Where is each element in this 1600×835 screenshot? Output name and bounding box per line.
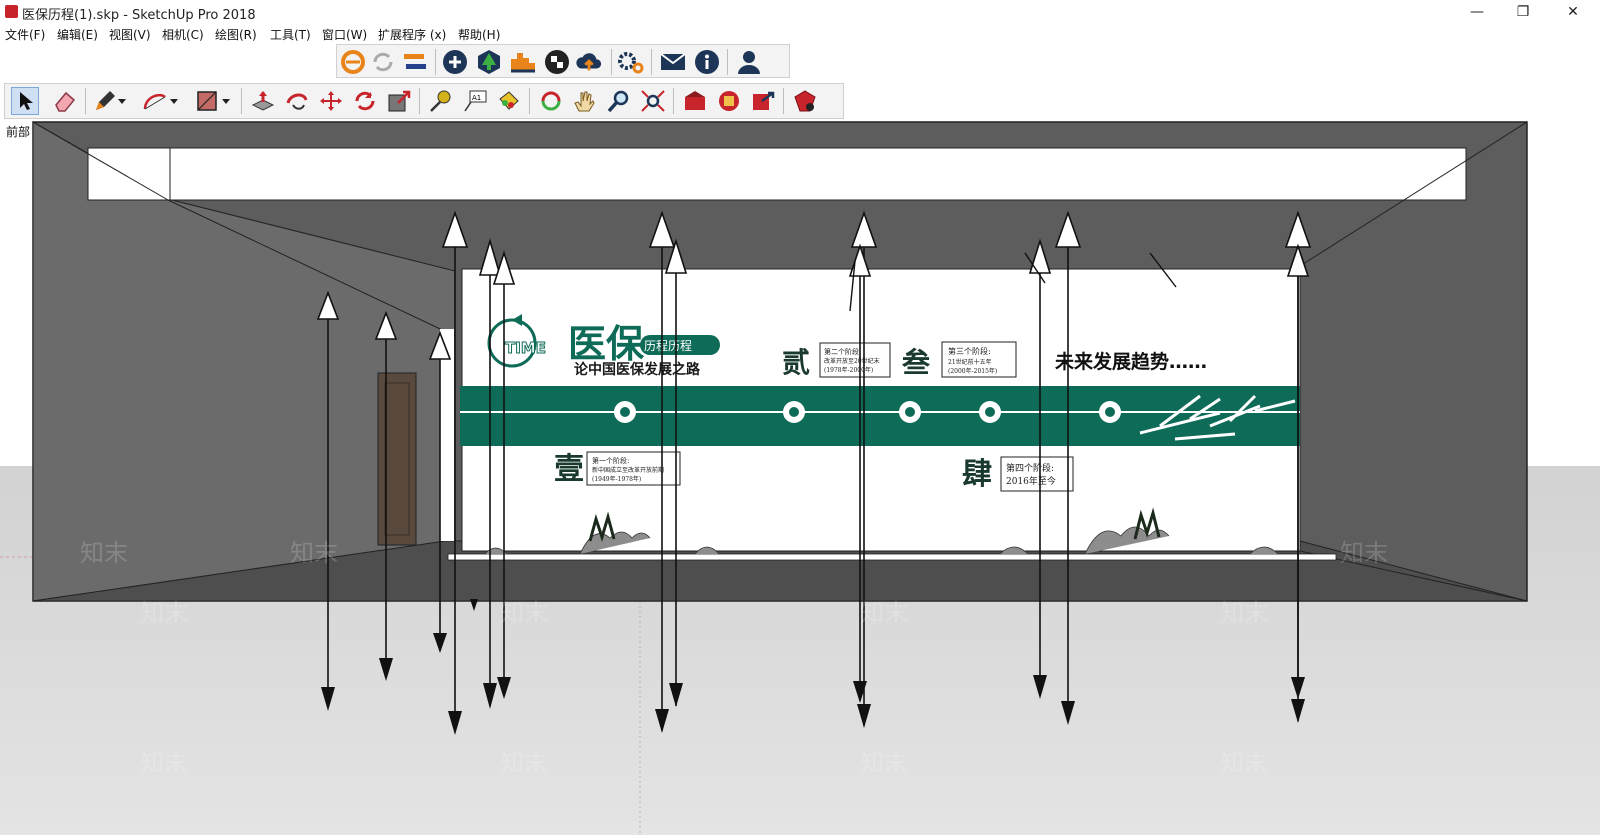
- menu-tools[interactable]: 工具(T): [270, 26, 311, 43]
- mail-icon[interactable]: [659, 48, 687, 76]
- minimize-button[interactable]: —: [1454, 0, 1500, 24]
- menu-file[interactable]: 文件(F): [5, 26, 45, 43]
- model-scene: TIME 医保 历程历程 论中国医保发展之路 未来发展趋势…… 贰 第二个阶段:…: [0, 121, 1600, 835]
- stage2-line2: 改革开放至20世纪末: [824, 357, 880, 365]
- stage4-numeral: 肆: [962, 457, 992, 492]
- watermark-text: 知末: [860, 599, 908, 627]
- menu-edit[interactable]: 编辑(E): [57, 26, 98, 43]
- title-bar: 医保历程(1).skp - SketchUp Pro 2018 — ❐ ✕: [0, 0, 1600, 24]
- settings-gears-icon[interactable]: [617, 48, 645, 76]
- cloud-upload-icon[interactable]: [575, 48, 603, 76]
- wall-title: 医保: [568, 321, 645, 366]
- extension-e-icon[interactable]: [339, 48, 367, 76]
- watermark-text: 知末: [1340, 539, 1388, 567]
- menu-extensions[interactable]: 扩展程序 (x): [378, 26, 446, 43]
- transfer-icon[interactable]: [401, 48, 429, 76]
- menu-view[interactable]: 视图(V): [109, 26, 151, 43]
- svg-text:A1: A1: [472, 94, 481, 102]
- wall-subtitle: 论中国医保发展之路: [574, 361, 701, 378]
- zoom-magnifier-icon[interactable]: [605, 87, 633, 115]
- watermark-text: 知末: [500, 749, 548, 777]
- chevron-down-icon[interactable]: [115, 87, 129, 115]
- stage2-line3: (1978年-2000年): [824, 366, 873, 374]
- stage1-line2: 新中国成立至改革开放前期: [592, 466, 664, 474]
- tape-measure-icon[interactable]: [427, 87, 455, 115]
- watermark-text: 知末: [80, 539, 128, 567]
- window-title: 医保历程(1).skp - SketchUp Pro 2018: [22, 8, 256, 23]
- stage3-line3: (2000年-2015年): [948, 367, 997, 375]
- checker-material-icon[interactable]: [543, 48, 571, 76]
- eraser-icon[interactable]: [51, 87, 79, 115]
- stairs-icon[interactable]: [509, 48, 537, 76]
- chevron-down-icon[interactable]: [219, 87, 233, 115]
- logo-word: TIME: [505, 339, 546, 357]
- info-icon[interactable]: [693, 48, 721, 76]
- add-location-icon[interactable]: [441, 48, 469, 76]
- watermark-text: 知末: [1220, 599, 1268, 627]
- title-badges: 历程历程: [644, 338, 692, 353]
- menu-camera[interactable]: 相机(C): [162, 26, 204, 43]
- push-pull-icon[interactable]: [249, 87, 277, 115]
- stage3-numeral: 叁: [901, 346, 931, 379]
- arc-icon[interactable]: [141, 87, 169, 115]
- stage2-numeral: 贰: [782, 346, 810, 379]
- stage1-line3: (1949年-1978年): [592, 475, 641, 483]
- stage1-line1: 第一个阶段:: [592, 456, 629, 465]
- stage3-line2: 21世纪前十五年: [948, 358, 992, 366]
- scale-icon[interactable]: [385, 87, 413, 115]
- user-account-icon[interactable]: [735, 48, 763, 76]
- move-icon[interactable]: [317, 87, 345, 115]
- refresh-icon[interactable]: [369, 48, 397, 76]
- stage2-line1: 第二个阶段:: [824, 347, 861, 356]
- menu-window[interactable]: 窗口(W): [322, 26, 367, 43]
- extensions-toolbar: [336, 44, 790, 78]
- future-trend-text: 未来发展趋势……: [1054, 350, 1207, 373]
- menu-help[interactable]: 帮助(H): [458, 26, 500, 43]
- watermark-text: 知末: [500, 599, 548, 627]
- warehouse-icon[interactable]: [681, 87, 709, 115]
- model-viewport[interactable]: TIME 医保 历程历程 论中国医保发展之路 未来发展趋势…… 贰 第二个阶段:…: [0, 121, 1600, 835]
- rotate-icon[interactable]: [351, 87, 379, 115]
- close-button[interactable]: ✕: [1550, 0, 1596, 24]
- watermark-text: 知末: [1220, 749, 1268, 777]
- chevron-down-icon[interactable]: [167, 87, 181, 115]
- menu-draw[interactable]: 绘图(R): [215, 26, 257, 43]
- watermark-text: 知末: [860, 749, 908, 777]
- stage1-numeral: 壹: [554, 452, 584, 487]
- terrain-tree-icon[interactable]: [475, 48, 503, 76]
- orbit-icon[interactable]: [537, 87, 565, 115]
- stage4-line1: 第四个阶段:: [1006, 462, 1054, 474]
- rectangle-icon[interactable]: [193, 87, 221, 115]
- stage4-line2: 2016年至今: [1006, 475, 1056, 487]
- zoom-extents-icon[interactable]: [639, 87, 667, 115]
- select-arrow-icon[interactable]: [11, 87, 39, 115]
- menu-bar: 文件(F) 编辑(E) 视图(V) 相机(C) 绘图(R) 工具(T) 窗口(W…: [0, 24, 1600, 44]
- drawing-toolbar: A1: [4, 83, 844, 119]
- text-label-icon[interactable]: A1: [461, 87, 489, 115]
- watermark-text: 知末: [140, 599, 188, 627]
- watermark-text: 知末: [290, 539, 338, 567]
- watermark-text: 知末: [140, 749, 188, 777]
- pan-hand-icon[interactable]: [571, 87, 599, 115]
- scene-tab-label[interactable]: 前部: [6, 123, 30, 140]
- share-model-icon[interactable]: [749, 87, 777, 115]
- stage3-line1: 第三个阶段:: [948, 346, 991, 356]
- paint-bucket-icon[interactable]: [495, 87, 523, 115]
- maximize-button[interactable]: ❐: [1500, 0, 1546, 24]
- sketchup-app-icon: [5, 5, 18, 18]
- components-icon[interactable]: [715, 87, 743, 115]
- extension-manager-icon[interactable]: [791, 87, 819, 115]
- follow-me-icon[interactable]: [283, 87, 311, 115]
